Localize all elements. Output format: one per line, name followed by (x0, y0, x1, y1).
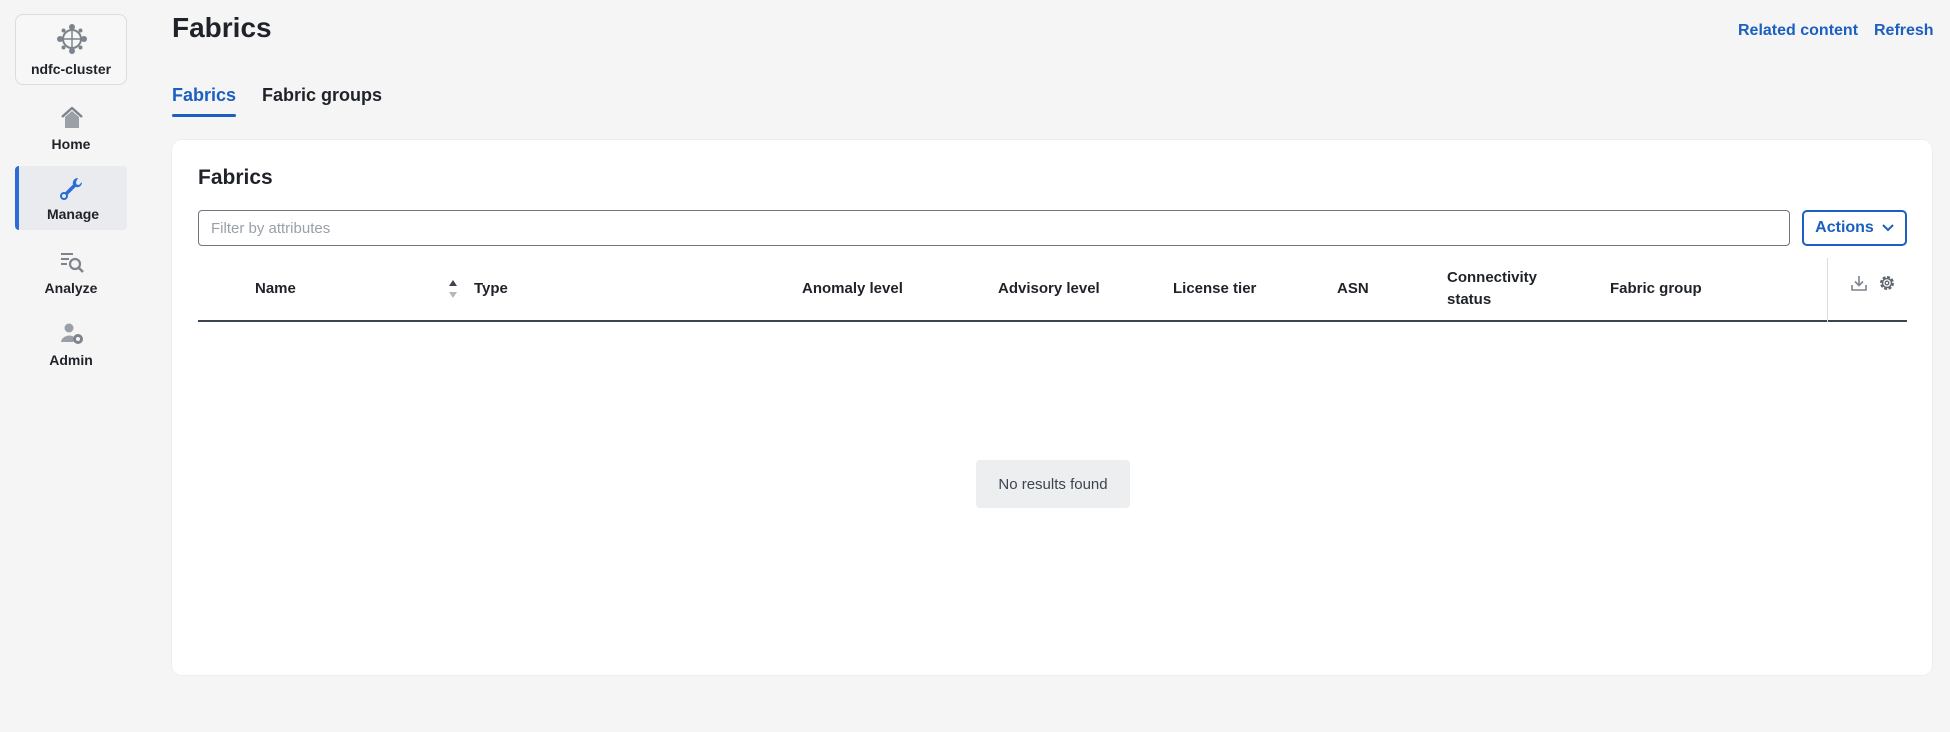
actions-button[interactable]: Actions (1802, 210, 1907, 246)
column-header-asn[interactable]: ASN (1337, 278, 1369, 300)
active-tab-indicator (172, 114, 236, 117)
table-header: Name Type Anomaly level Advisory level L… (198, 258, 1907, 322)
download-icon[interactable] (1850, 274, 1868, 292)
sidebar-item-label: Manage (46, 206, 100, 222)
column-header-fabric-group[interactable]: Fabric group (1610, 278, 1702, 300)
sidebar-item-label: Home (51, 136, 91, 152)
connectivity-line-1: Connectivity (1447, 269, 1538, 286)
column-header-connectivity-status[interactable]: Connectivity status (1447, 267, 1537, 311)
refresh-link[interactable]: Refresh (1874, 22, 1934, 40)
tab-fabrics[interactable]: Fabrics (172, 85, 236, 106)
connectivity-line-2: status (1447, 291, 1492, 308)
sidebar-item-label: Analyze (44, 280, 98, 296)
column-header-name[interactable]: Name (255, 278, 296, 300)
chevron-down-icon (1882, 224, 1894, 232)
actions-label: Actions (1815, 219, 1874, 236)
page-title: Fabrics (172, 12, 272, 43)
card-title: Fabrics (198, 166, 273, 189)
filter-input[interactable] (198, 210, 1790, 246)
sidebar-item-label: Admin (49, 352, 93, 368)
column-header-type[interactable]: Type (474, 278, 508, 300)
analyze-icon (61, 253, 84, 273)
related-content-link[interactable]: Related content (1738, 22, 1858, 40)
sidebar-item-analyze[interactable]: Analyze (15, 240, 127, 304)
cluster-network-icon (57, 24, 87, 54)
column-header-advisory-level[interactable]: Advisory level (998, 278, 1100, 300)
column-separator (1827, 258, 1828, 322)
admin-icon (61, 323, 83, 344)
gear-icon[interactable] (1878, 274, 1896, 292)
sidebar-item-manage[interactable]: Manage (15, 166, 127, 230)
sidebar: ndfc-cluster Home Manage Analyze Admin (0, 0, 140, 732)
column-header-anomaly-level[interactable]: Anomaly level (802, 278, 903, 300)
empty-state-message: No results found (976, 460, 1130, 508)
sidebar-item-home[interactable]: Home (15, 96, 127, 160)
tab-fabric-groups[interactable]: Fabric groups (262, 85, 382, 106)
sidebar-item-admin[interactable]: Admin (15, 312, 127, 376)
column-header-license-tier[interactable]: License tier (1173, 278, 1256, 300)
home-icon (61, 106, 83, 128)
sort-icon[interactable] (448, 278, 458, 300)
cluster-name: ndfc-cluster (30, 61, 112, 77)
fabrics-card: Fabrics Actions Name Type Anomaly level … (172, 140, 1932, 675)
cluster-switcher[interactable]: ndfc-cluster (15, 14, 127, 85)
wrench-icon (60, 177, 83, 200)
